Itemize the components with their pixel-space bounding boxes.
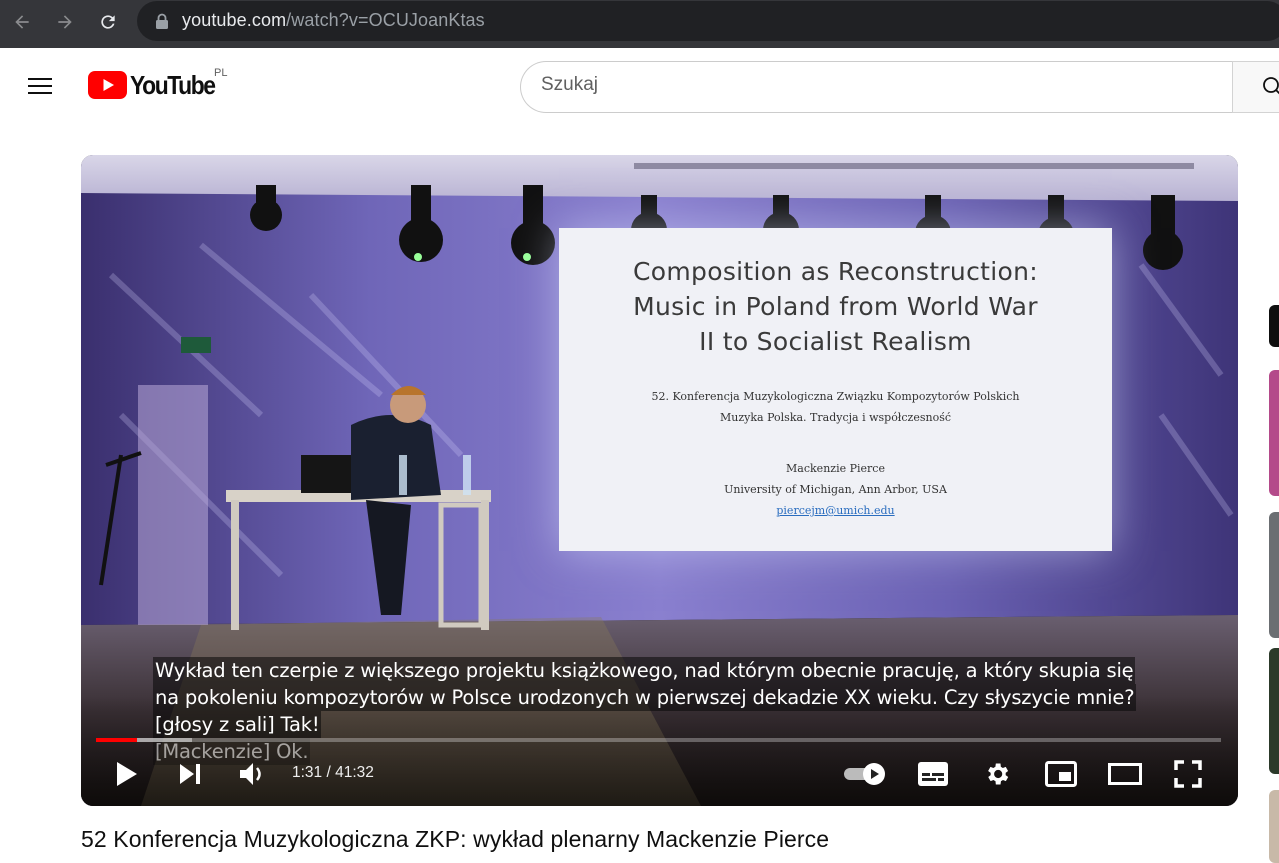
miniplayer-icon bbox=[1045, 761, 1077, 787]
miniplayer-button[interactable] bbox=[1043, 757, 1079, 791]
hamburger-menu-button[interactable] bbox=[26, 72, 56, 102]
fullscreen-button[interactable] bbox=[1171, 757, 1205, 791]
presentation-slide: Composition as Reconstruction: Music in … bbox=[559, 228, 1112, 551]
video-player[interactable]: Composition as Reconstruction: Music in … bbox=[81, 155, 1238, 806]
caption-line: Wykład ten czerpie z większego projektu … bbox=[153, 657, 1136, 684]
reload-icon bbox=[101, 15, 115, 29]
volume-icon bbox=[240, 763, 261, 785]
theater-mode-button[interactable] bbox=[1107, 757, 1143, 791]
autoplay-toggle[interactable] bbox=[841, 757, 889, 791]
country-code: PL bbox=[214, 67, 228, 79]
slide-speaker: Mackenzie Pierce bbox=[786, 462, 885, 475]
logo-wordmark: YouTube bbox=[130, 69, 216, 100]
caption-line: na pokoleniu kompozytorów w Polsce urodz… bbox=[153, 684, 1137, 711]
theater-mode-icon bbox=[1108, 763, 1142, 785]
caption-line: [głosy z sali] Tak! bbox=[153, 711, 322, 738]
subtitles-button[interactable] bbox=[915, 757, 951, 791]
search-box[interactable] bbox=[520, 61, 1233, 113]
progress-played bbox=[96, 738, 138, 742]
video-title: 52 Konferencja Muzykologiczna ZKP: wykła… bbox=[81, 826, 830, 852]
forward-button[interactable] bbox=[51, 8, 79, 36]
volume-button[interactable] bbox=[237, 757, 269, 791]
reload-button[interactable] bbox=[94, 8, 122, 36]
youtube-logo[interactable]: YouTube bbox=[88, 70, 226, 100]
skip-next-icon bbox=[180, 764, 200, 784]
address-bar[interactable]: youtube.com/watch?v=OCUJoanKtas bbox=[137, 1, 1279, 41]
youtube-play-logo-icon bbox=[88, 71, 127, 99]
search-icon bbox=[1263, 77, 1279, 95]
slide-affiliation: University of Michigan, Ann Arbor, USA bbox=[724, 483, 947, 496]
settings-button[interactable] bbox=[980, 757, 1014, 791]
play-button[interactable] bbox=[113, 757, 141, 791]
browser-toolbar: youtube.com/watch?v=OCUJoanKtas bbox=[0, 0, 1279, 48]
search-button[interactable] bbox=[1232, 61, 1279, 113]
back-button[interactable] bbox=[8, 8, 36, 36]
time-display: 1:31 / 41:32 bbox=[292, 764, 374, 781]
slide-title: Composition as Reconstruction: Music in … bbox=[633, 257, 1038, 356]
slide-conference: 52. Konferencja Muzykologiczna Związku K… bbox=[651, 390, 1020, 403]
progress-bar[interactable] bbox=[96, 738, 1221, 742]
recommendation-thumbnail[interactable] bbox=[1269, 648, 1279, 774]
autoplay-toggle-icon bbox=[844, 763, 885, 785]
menu-bar bbox=[28, 85, 52, 87]
recommendation-thumbnail[interactable] bbox=[1269, 370, 1279, 496]
subtitles-icon bbox=[918, 762, 948, 786]
arrow-left-icon bbox=[15, 15, 29, 29]
menu-bar bbox=[28, 92, 52, 94]
slide-email: piercejm@umich.edu bbox=[776, 504, 895, 517]
slide-subtitle: Muzyka Polska. Tradycja i współczesność bbox=[720, 411, 951, 424]
youtube-header: YouTube PL bbox=[0, 48, 1279, 126]
side-chip[interactable] bbox=[1269, 305, 1279, 347]
menu-bar bbox=[28, 78, 52, 80]
arrow-right-icon bbox=[58, 15, 72, 29]
lock-icon bbox=[156, 13, 168, 29]
recommendation-thumbnail[interactable] bbox=[1269, 512, 1279, 638]
next-button[interactable] bbox=[175, 757, 205, 791]
recommendation-thumbnail[interactable] bbox=[1269, 790, 1279, 863]
captions-window: Wykład ten czerpie z większego projektu … bbox=[153, 657, 1163, 765]
url-text: youtube.com/watch?v=OCUJoanKtas bbox=[182, 10, 485, 30]
fullscreen-icon bbox=[1174, 760, 1202, 788]
search-input[interactable] bbox=[541, 74, 1201, 96]
play-icon bbox=[117, 762, 137, 786]
gear-icon bbox=[988, 763, 1009, 785]
